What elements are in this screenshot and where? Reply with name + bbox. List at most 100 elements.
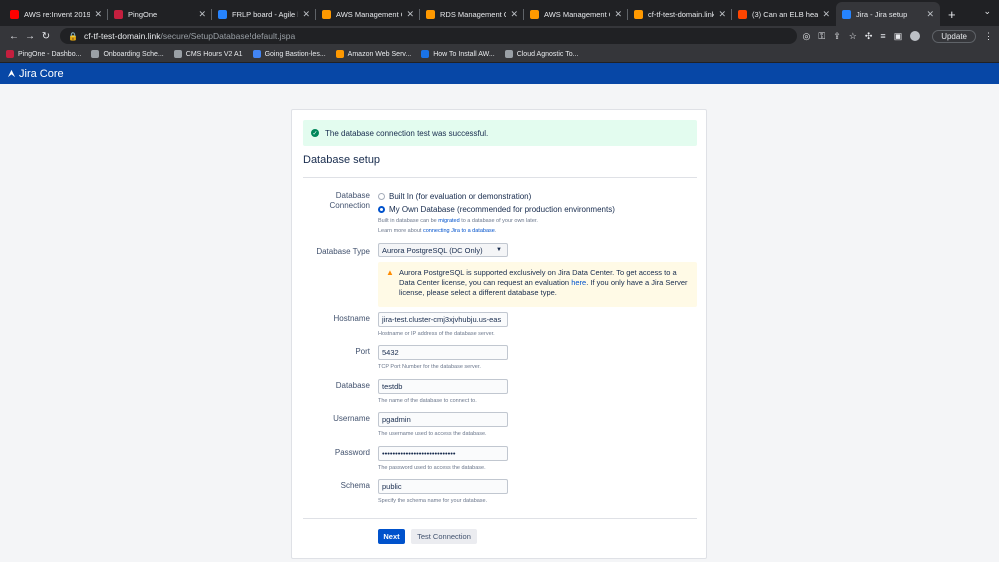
test-connection-button[interactable]: Test Connection	[411, 529, 477, 544]
tab-close-icon[interactable]: ✕	[302, 9, 310, 20]
schema-label: Schema	[340, 481, 370, 490]
browser-tab[interactable]: cf-tf-test-domain.link ✕	[628, 2, 732, 26]
tab-favicon-icon	[218, 9, 227, 19]
address-bar[interactable]: 🔒 cf-tf-test-domain.link/secure/SetupDat…	[60, 28, 797, 44]
radio-own-row[interactable]: My Own Database (recommended for product…	[378, 203, 615, 215]
tab-favicon-icon	[634, 9, 643, 19]
connection-desc-text1: Built in database can be	[378, 218, 437, 224]
db-type-select[interactable]: Aurora PostgreSQL (DC Only) ▼	[378, 243, 508, 257]
connecting-jira-link[interactable]: connecting Jira to a database	[423, 228, 495, 234]
bookmark-label: Amazon Web Serv...	[347, 50, 412, 58]
bookmark-label: CMS Hours V2 A1	[185, 50, 243, 58]
next-button[interactable]: Next	[378, 529, 405, 544]
bookmark-item[interactable]: Amazon Web Serv...	[335, 50, 412, 58]
port-input[interactable]: 5432	[378, 345, 508, 360]
jira-logo[interactable]: Jira Core	[7, 68, 64, 80]
warning-banner: ▲ Aurora PostgreSQL is supported exclusi…	[378, 262, 697, 307]
browser-toolbar: ← → ↻ 🔒 cf-tf-test-domain.link/secure/Se…	[0, 26, 999, 46]
google-lens-icon[interactable]: ◎	[803, 31, 811, 42]
bookmark-item[interactable]: How To Install AW...	[421, 50, 495, 58]
tab-title: AWS Management Con	[336, 9, 402, 19]
lock-icon: 🔒	[68, 31, 78, 41]
tab-title: AWS Management Con	[544, 9, 610, 19]
tab-search-icon[interactable]: ⌄	[983, 6, 991, 17]
forward-icon[interactable]: →	[22, 31, 38, 42]
success-message: The database connection test was success…	[325, 128, 489, 138]
tab-title: FRLP board - Agile boa	[232, 9, 298, 19]
database-input[interactable]: testdb	[378, 379, 508, 394]
browser-tab[interactable]: FRLP board - Agile boa ✕	[212, 2, 316, 26]
menu-icon[interactable]: ⋮	[984, 31, 993, 42]
tab-close-icon[interactable]: ✕	[718, 9, 726, 20]
browser-tab[interactable]: (3) Can an ELB health c✕	[732, 2, 836, 26]
username-input[interactable]: pgadmin	[378, 412, 508, 427]
radio-own[interactable]	[378, 205, 385, 213]
bookmark-item[interactable]: PingOne - Dashbo...	[6, 50, 81, 58]
connection-desc-line1: Built in database can be migrated to a d…	[378, 216, 615, 226]
new-tab-icon[interactable]: +	[940, 2, 964, 26]
success-banner: ✓ The database connection test was succe…	[303, 120, 697, 146]
migrated-link[interactable]: migrated	[438, 218, 459, 224]
setup-panel: ✓ The database connection test was succe…	[291, 109, 707, 559]
tab-close-icon[interactable]: ✕	[510, 9, 518, 20]
bookmark-favicon-icon	[91, 50, 100, 58]
bookmark-label: PingOne - Dashbo...	[18, 50, 82, 58]
share-icon[interactable]: ⇪	[833, 31, 841, 42]
db-type-label: Database Type	[316, 247, 370, 256]
db-connection-label: Database Connection	[329, 191, 370, 210]
update-button[interactable]: Update	[932, 29, 976, 43]
bookmark-star-icon[interactable]: ☆	[849, 31, 857, 42]
tab-close-icon[interactable]: ✕	[406, 9, 414, 20]
tab-title: PingOne	[128, 9, 158, 19]
bookmark-item[interactable]: CMS Hours V2 A1	[173, 50, 243, 58]
tab-close-icon[interactable]: ✕	[94, 9, 102, 20]
tab-favicon-icon	[842, 9, 851, 19]
browser-tab-strip: AWS re:Invent 2019 - K✕PingOne✕FRLP boar…	[0, 0, 999, 26]
radio-builtin-row[interactable]: Built In (for evaluation or demonstratio…	[378, 190, 615, 202]
extensions-icon[interactable]: ✣	[865, 31, 873, 42]
browser-tab[interactable]: AWS re:Invent 2019 - K✕	[4, 2, 108, 26]
hostname-help: Hostname or IP address of the database s…	[378, 331, 495, 337]
profile-avatar[interactable]	[910, 31, 921, 41]
reload-icon[interactable]: ↻	[38, 31, 54, 42]
evaluation-here-link[interactable]: here	[571, 278, 586, 287]
connection-desc-line2: Learn more about connecting Jira to a da…	[378, 226, 615, 236]
warning-icon: ▲	[386, 268, 394, 277]
port-help: TCP Port Number for the database server.	[378, 364, 481, 370]
connection-desc-text3: Learn more about	[378, 228, 422, 234]
browser-tab[interactable]: RDS Management Con ✕	[420, 2, 524, 26]
browser-tab[interactable]: AWS Management Con ✕	[524, 2, 628, 26]
page-title: Database setup	[303, 154, 381, 166]
radio-builtin[interactable]	[378, 192, 385, 200]
media-icon[interactable]: ≡	[880, 31, 885, 41]
password-input[interactable]: ••••••••••••••••••••••••••••	[378, 446, 508, 461]
sidepanel-icon[interactable]: ▣	[894, 31, 903, 42]
tab-favicon-icon	[10, 9, 19, 19]
schema-input[interactable]: public	[378, 479, 508, 494]
database-help: The name of the database to connect to.	[378, 398, 477, 404]
key-icon[interactable]: ⚿	[818, 31, 825, 42]
username-help: The username used to access the database…	[378, 431, 487, 437]
bookmark-label: Cloud Agnostic To...	[516, 50, 579, 58]
browser-tab[interactable]: Jira - Jira setup ✕	[836, 2, 940, 26]
bookmark-favicon-icon	[504, 50, 513, 58]
tab-close-icon[interactable]: ✕	[822, 9, 830, 20]
bookmark-label: How To Install AW...	[433, 50, 495, 58]
chevron-down-icon: ▼	[496, 247, 502, 253]
browser-tab[interactable]: AWS Management Con ✕	[316, 2, 420, 26]
hostname-input[interactable]: jira-test.cluster-cmj3xjvhubju.us-eas	[378, 312, 508, 327]
jira-header: Jira Core	[0, 63, 999, 84]
bookmark-item[interactable]: Onboarding Sche...	[91, 50, 164, 58]
back-icon[interactable]: ←	[6, 31, 22, 42]
bookmark-item[interactable]: Cloud Agnostic To...	[504, 50, 579, 58]
tab-title: Jira - Jira setup	[856, 9, 908, 19]
bookmark-label: Going Bastion-les...	[264, 50, 326, 58]
browser-tab[interactable]: PingOne ✕	[108, 2, 212, 26]
tab-close-icon[interactable]: ✕	[198, 9, 206, 20]
warning-text: Aurora PostgreSQL is supported exclusive…	[399, 268, 689, 307]
bookmark-item[interactable]: Going Bastion-les...	[252, 50, 326, 58]
tab-title: cf-tf-test-domain.link	[648, 9, 715, 19]
tab-favicon-icon	[426, 9, 435, 19]
tab-close-icon[interactable]: ✕	[926, 9, 934, 20]
tab-close-icon[interactable]: ✕	[614, 9, 622, 20]
